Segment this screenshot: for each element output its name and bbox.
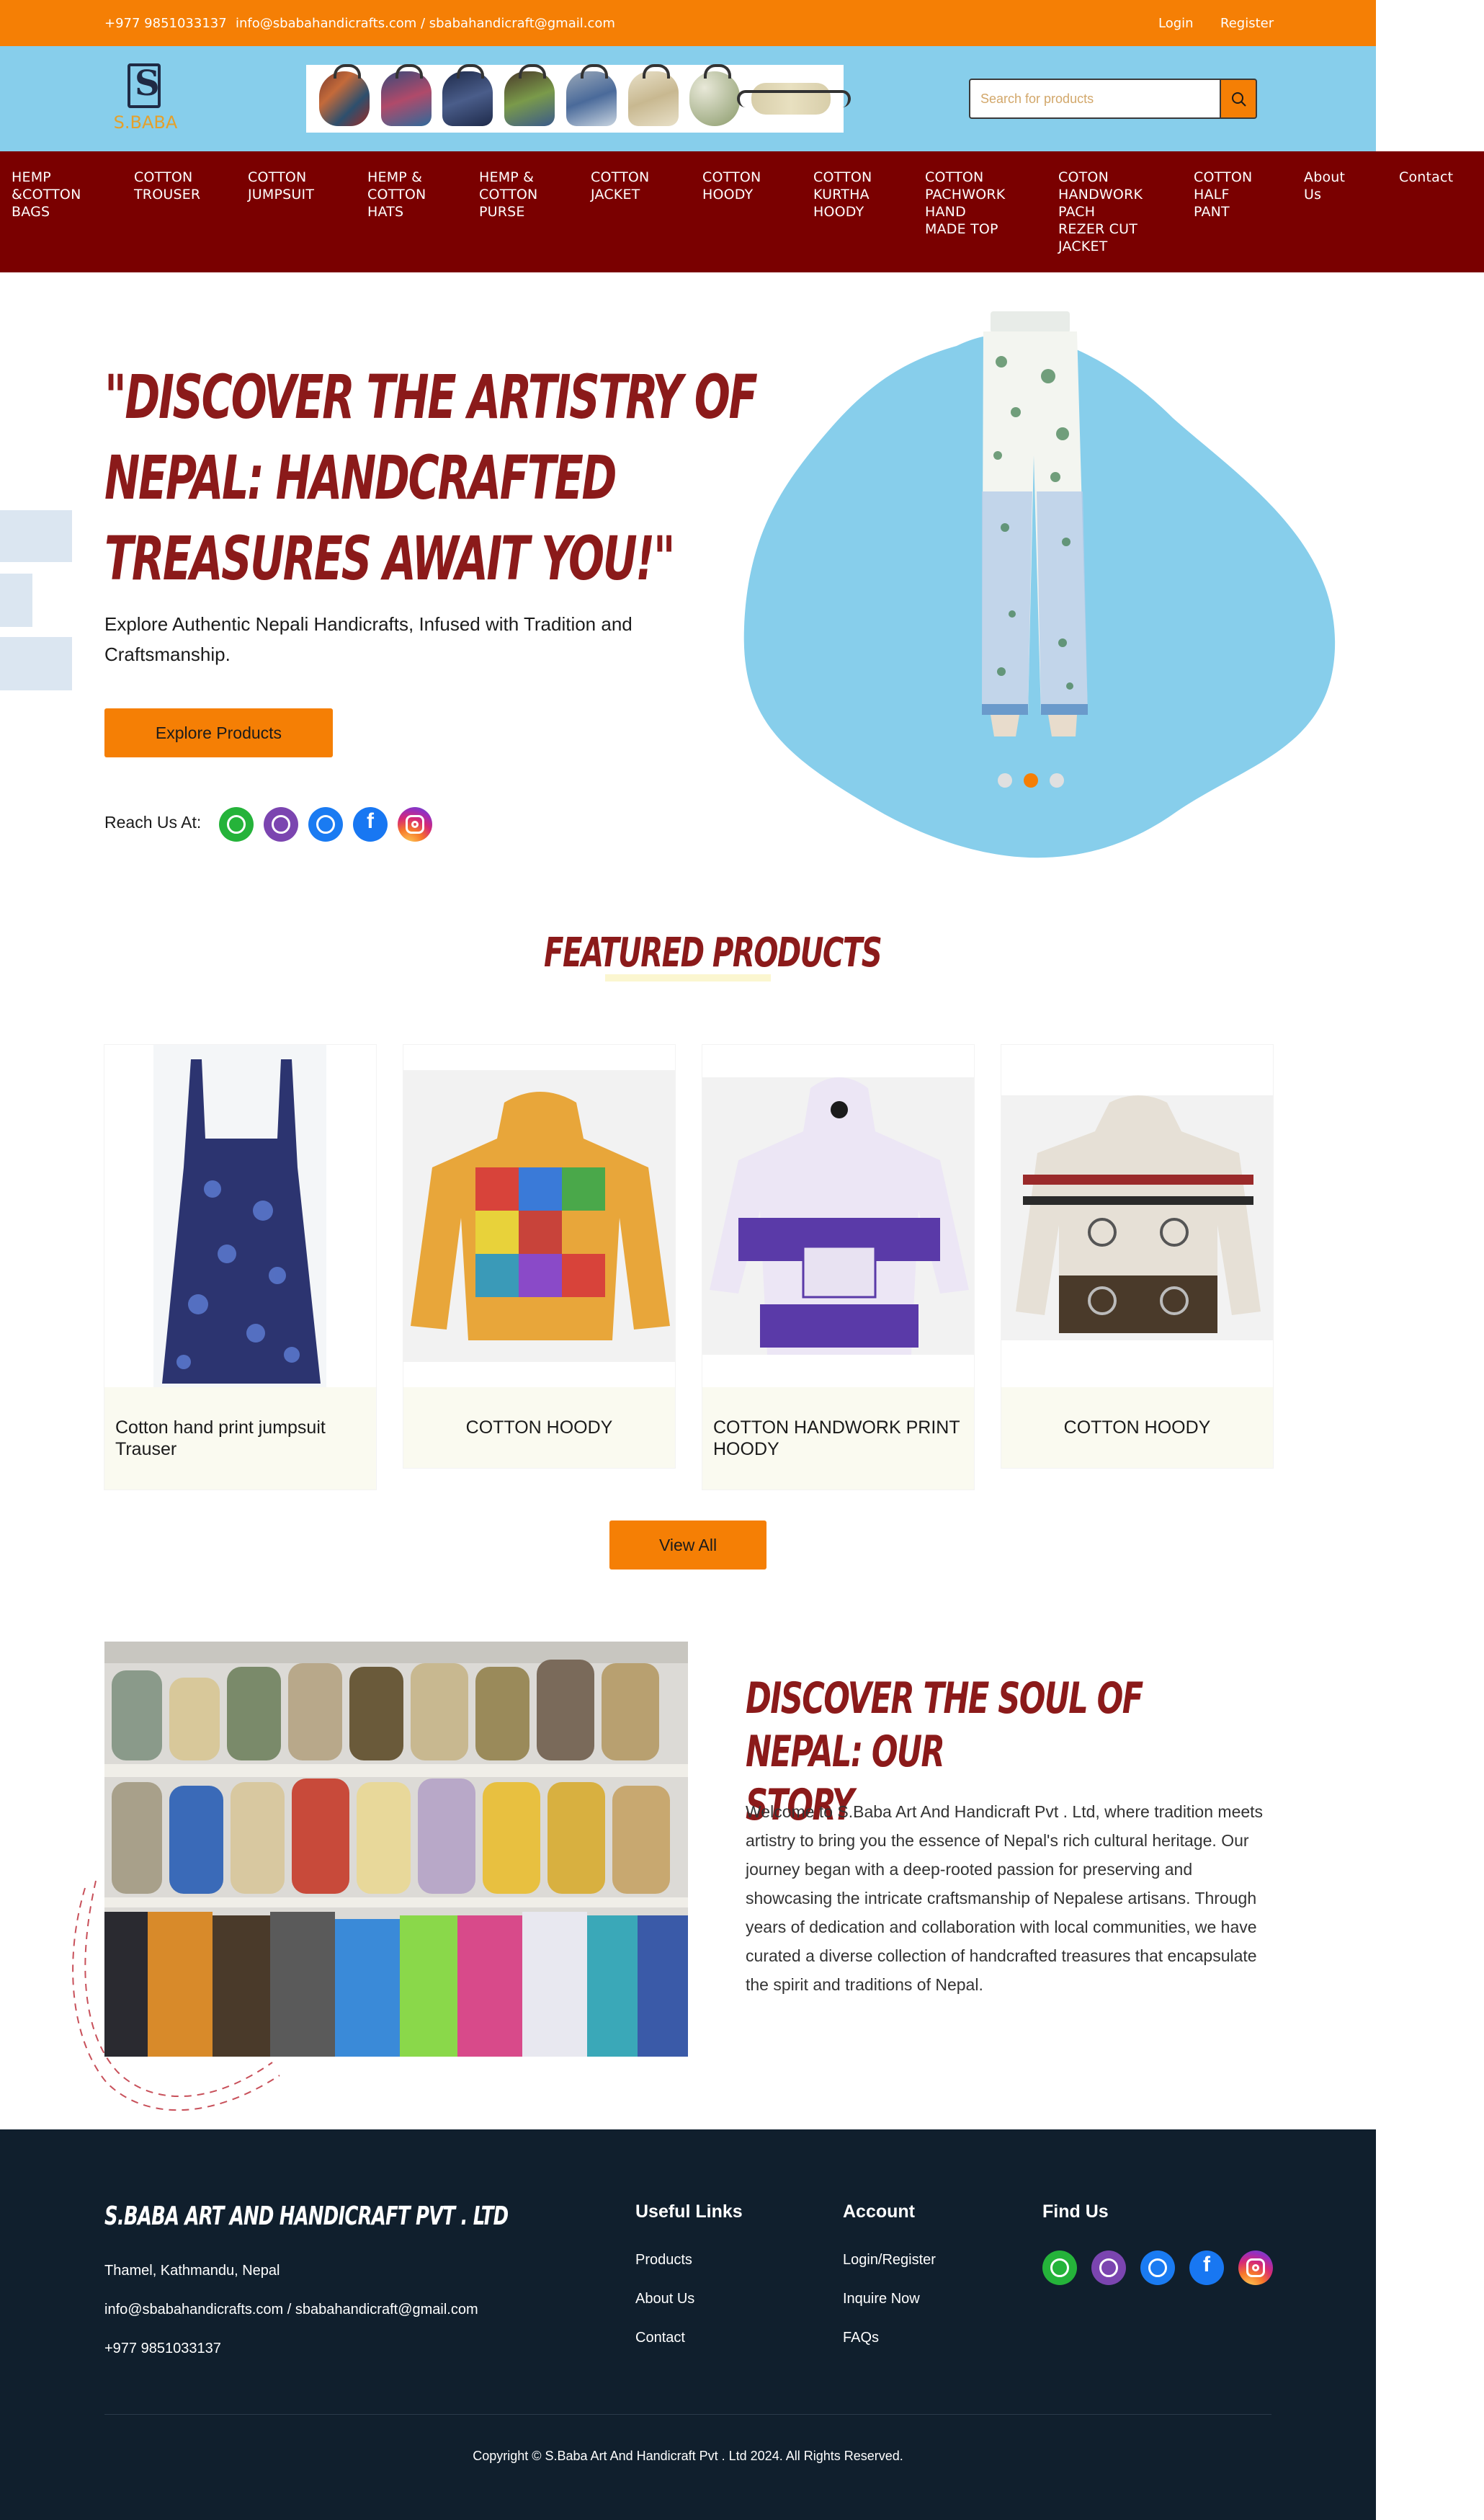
whatsapp-icon[interactable] xyxy=(219,807,254,842)
product-name: COTTON HOODY xyxy=(403,1387,675,1468)
product-image xyxy=(1001,1045,1273,1387)
copyright-text: Copyright © S.Baba Art And Handicraft Pv… xyxy=(473,2449,903,2463)
search-input[interactable] xyxy=(969,79,1220,119)
footer-link-login-register[interactable]: Login/Register xyxy=(843,2252,936,2269)
footer-email[interactable]: info@sbabahandicrafts.com / sbabahandicr… xyxy=(104,2302,478,2318)
nav-item-hemp-cotton-hats[interactable]: HEMP & COTTON HATS xyxy=(367,169,426,221)
footer-link-contact[interactable]: Contact xyxy=(635,2330,685,2346)
register-link[interactable]: Register xyxy=(1220,16,1274,31)
page: +977 9851033137 info@sbabahandicrafts.co… xyxy=(0,0,1484,2520)
search-icon xyxy=(1232,92,1246,107)
account-heading: Account xyxy=(843,2201,915,2222)
logo-text: S.BABA xyxy=(113,112,178,133)
nav-item-hemp-cotton-bags[interactable]: HEMP &COTTON BAGS xyxy=(12,169,81,221)
product-image xyxy=(403,1045,675,1387)
hero-title-line: NEPAL: HANDCRAFTED xyxy=(104,442,617,513)
hero-title-line: "DISCOVER THE ARTISTRY OF xyxy=(104,362,758,432)
reach-us-label: Reach Us At: xyxy=(104,813,202,832)
top-bar: +977 9851033137 info@sbabahandicrafts.co… xyxy=(0,0,1376,46)
hero-product-image xyxy=(982,311,1088,736)
product-card[interactable]: COTTON HOODY xyxy=(1001,1045,1273,1468)
bag-image xyxy=(627,64,679,126)
view-all-button[interactable]: View All xyxy=(609,1521,766,1570)
featured-products-title: FEATURED PRODUCTS xyxy=(544,930,882,976)
footer-link-about-us[interactable]: About Us xyxy=(635,2291,694,2307)
nav-item-cotton-hoody[interactable]: COTTON HOODY xyxy=(702,169,761,203)
whatsapp-icon[interactable] xyxy=(1042,2250,1077,2285)
bag-image xyxy=(442,64,493,126)
shop-image xyxy=(104,1642,688,2057)
bag-image xyxy=(504,64,555,126)
footer-link-inquire-now[interactable]: Inquire Now xyxy=(843,2291,920,2307)
footer-link-products[interactable]: Products xyxy=(635,2252,692,2269)
nav-item-contact[interactable]: Contact xyxy=(1399,169,1453,186)
nav-item-coton-handwork-jacket[interactable]: COTON HANDWORK PACH REZER CUT JACKET xyxy=(1058,169,1143,255)
hero-subtitle: Explore Authentic Nepali Handicrafts, In… xyxy=(104,613,633,665)
facebook-icon[interactable]: f xyxy=(1189,2250,1224,2285)
story-text: Welcome to S.Baba Art And Handicraft Pvt… xyxy=(746,1802,1264,1994)
search-button[interactable] xyxy=(1220,79,1257,119)
messenger-icon[interactable] xyxy=(1140,2250,1175,2285)
main-nav: HEMP &COTTON BAGS COTTON TROUSER COTTON … xyxy=(0,151,1484,272)
instagram-icon[interactable] xyxy=(1238,2250,1273,2285)
login-link[interactable]: Login xyxy=(1158,16,1194,31)
hero-decoration xyxy=(0,637,72,690)
carousel-dot-active[interactable] xyxy=(1024,773,1038,788)
explore-products-button[interactable]: Explore Products xyxy=(104,708,333,757)
find-us-heading: Find Us xyxy=(1042,2201,1109,2222)
product-card[interactable]: COTTON HOODY xyxy=(403,1045,675,1468)
product-name: COTTON HANDWORK PRINT HOODY xyxy=(702,1387,974,1490)
bag-image xyxy=(566,64,617,126)
useful-links-heading: Useful Links xyxy=(635,2201,743,2222)
instagram-icon[interactable] xyxy=(398,807,432,842)
footer: S.BABA ART AND HANDICRAFT PVT . LTD Tham… xyxy=(0,2129,1376,2520)
carousel-dot[interactable] xyxy=(1050,773,1064,788)
nav-item-cotton-pachwork-top[interactable]: COTTON PACHWORK HAND MADE TOP xyxy=(925,169,1005,238)
nav-item-about-us[interactable]: About Us xyxy=(1304,169,1345,203)
hero-title-line: TREASURES AWAIT YOU!" xyxy=(104,523,676,594)
carousel-dot[interactable] xyxy=(998,773,1012,788)
nav-item-cotton-kurtha-hoody[interactable]: COTTON KURTHA HOODY xyxy=(813,169,872,221)
footer-link-faqs[interactable]: FAQs xyxy=(843,2330,879,2346)
hat-image xyxy=(689,64,741,126)
footer-divider xyxy=(104,2414,1271,2415)
topbar-email[interactable]: info@sbabahandicrafts.com / sbabahandicr… xyxy=(236,16,615,31)
product-name: Cotton hand print jumpsuit Trauser xyxy=(104,1387,376,1490)
nav-item-cotton-jumpsuit[interactable]: COTTON JUMPSUIT xyxy=(248,169,314,203)
belt-bag-image xyxy=(737,83,851,115)
topbar-phone[interactable]: +977 9851033137 xyxy=(104,16,227,31)
footer-brand: S.BABA ART AND HANDICRAFT PVT . LTD xyxy=(104,2201,509,2231)
search-bar xyxy=(969,79,1257,119)
nav-item-cotton-half-pant[interactable]: COTTON HALF PANT xyxy=(1194,169,1252,221)
messenger-icon[interactable] xyxy=(308,807,343,842)
viber-icon[interactable] xyxy=(1091,2250,1126,2285)
hero-title: "DISCOVER THE ARTISTRY OF NEPAL: HANDCRA… xyxy=(104,357,758,599)
logo[interactable]: S.BABA xyxy=(108,62,180,134)
story-title-line: DISCOVER THE SOUL OF NEPAL: OUR xyxy=(746,1673,1143,1777)
footer-address: Thamel, Kathmandu, Nepal xyxy=(104,2263,280,2279)
product-card[interactable]: Cotton hand print jumpsuit Trauser xyxy=(104,1045,376,1490)
carousel-dots xyxy=(998,773,1064,788)
viber-icon[interactable] xyxy=(264,807,298,842)
hero-decoration xyxy=(0,574,32,627)
logo-mark-icon xyxy=(128,63,161,108)
footer-social-links: f xyxy=(1042,2250,1273,2285)
product-name: COTTON HOODY xyxy=(1001,1387,1273,1468)
nav-item-cotton-trouser[interactable]: COTTON TROUSER xyxy=(134,169,200,203)
hero-social-links: f xyxy=(219,807,432,842)
hero-decoration xyxy=(0,510,72,562)
header-banner-image xyxy=(306,64,851,133)
product-image xyxy=(702,1045,974,1387)
footer-phone[interactable]: +977 9851033137 xyxy=(104,2341,221,2357)
nav-item-hemp-cotton-purse[interactable]: HEMP & COTTON PURSE xyxy=(479,169,537,221)
header: S.BABA xyxy=(0,46,1376,151)
product-image xyxy=(104,1045,376,1387)
product-card[interactable]: COTTON HANDWORK PRINT HOODY xyxy=(702,1045,974,1490)
facebook-icon[interactable]: f xyxy=(353,807,388,842)
bag-image xyxy=(318,64,370,126)
nav-item-cotton-jacket[interactable]: COTTON JACKET xyxy=(591,169,649,203)
bag-image xyxy=(380,64,432,126)
